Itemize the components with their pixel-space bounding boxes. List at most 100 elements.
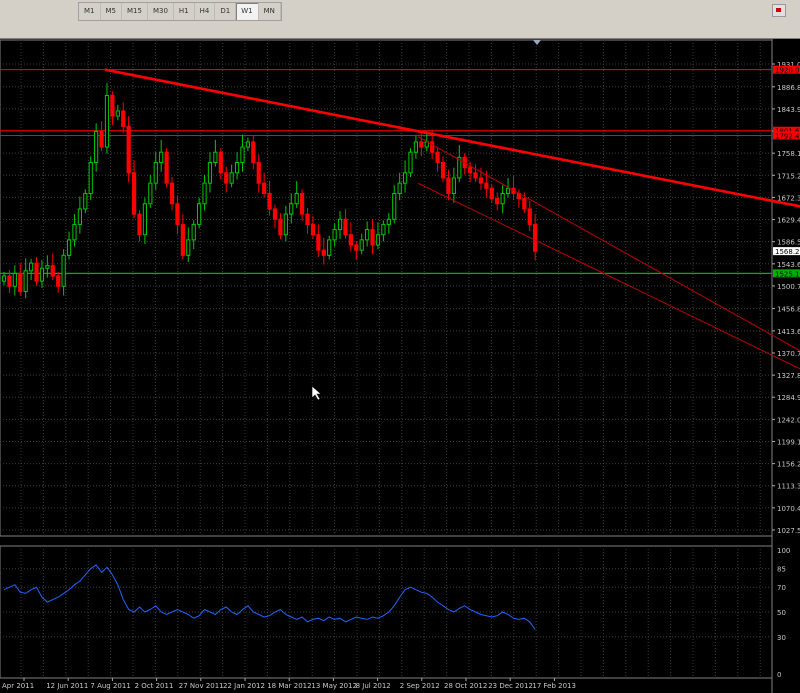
candle-body	[34, 262, 39, 282]
candle-body	[72, 223, 77, 241]
candle-body	[305, 213, 310, 225]
candle-body	[300, 192, 305, 215]
timeframe-button-mn[interactable]: MN	[259, 3, 281, 20]
candle-body	[186, 239, 191, 256]
indicator-level-label: 0	[777, 671, 781, 679]
date-label: 27 Nov 2011	[179, 682, 224, 690]
price-tag-label: 1525.10	[775, 270, 800, 278]
candle-body	[408, 151, 413, 174]
candle-body	[522, 198, 527, 210]
candle-body	[370, 229, 375, 246]
candle-body	[397, 182, 402, 194]
price-tick-label: 1327.80	[777, 372, 800, 380]
candle-body	[153, 162, 158, 184]
candle-body	[332, 229, 337, 241]
candle-body	[83, 192, 88, 210]
indicator-level-label: 30	[777, 634, 786, 642]
candle-body	[505, 187, 511, 194]
candle-body	[402, 172, 408, 184]
candle-body	[169, 182, 175, 205]
price-tick-label: 1758.10	[777, 150, 800, 158]
date-label: 22 Jan 2012	[223, 682, 265, 690]
timeframe-button-m30[interactable]: M30	[148, 3, 174, 20]
candle-body	[142, 203, 148, 236]
toolbar: M1 M5 M15 M30 H1 H4 D1 W1 MN	[0, 0, 800, 39]
candle-body	[478, 177, 484, 184]
candle-body	[240, 146, 245, 164]
indicator-level-label: 70	[777, 584, 786, 592]
candle-body	[218, 151, 223, 174]
date-label: 17 Feb 2013	[532, 682, 576, 690]
candle-body	[419, 141, 424, 148]
price-tick-label: 1284.90	[777, 394, 800, 402]
candle-body	[50, 265, 55, 277]
candle-body	[207, 162, 213, 184]
price-tick-label: 1715.20	[777, 172, 800, 180]
candle-body	[527, 208, 532, 225]
candle-body	[115, 110, 120, 117]
candle-body	[66, 239, 72, 256]
candle-body	[468, 167, 473, 174]
price-tag-label: 1568.20	[775, 248, 800, 256]
timeframe-button-h4[interactable]: H4	[195, 3, 216, 20]
price-tick-label: 1843.90	[777, 106, 800, 114]
price-tick-label: 1543.60	[777, 261, 800, 269]
candle-body	[137, 213, 142, 236]
candle-body	[7, 275, 12, 287]
candle-body	[386, 218, 391, 225]
candle-body	[197, 203, 202, 225]
candle-body	[375, 234, 381, 246]
price-tag-label: 1792.40	[775, 132, 800, 140]
timeframe-button-d1[interactable]: D1	[215, 3, 237, 20]
timeframe-button-m5[interactable]: M5	[101, 3, 122, 20]
candle-body	[175, 203, 180, 225]
price-tick-label: 1456.80	[777, 306, 800, 314]
candle-body	[88, 162, 93, 194]
candle-body	[77, 208, 82, 225]
candle-body	[126, 125, 131, 174]
candle-body	[131, 172, 137, 215]
timeframe-button-m1[interactable]: M1	[79, 3, 101, 20]
price-tick-label: 1629.40	[777, 217, 800, 225]
timeframe-button-h1[interactable]: H1	[174, 3, 195, 20]
candle-body	[110, 94, 115, 117]
price-tick-label: 1199.10	[777, 438, 800, 446]
indicator-line	[3, 564, 536, 630]
candle-body	[316, 234, 321, 251]
chart-shift-marker	[533, 40, 541, 45]
candle-body	[495, 198, 500, 205]
chart-window-icon[interactable]	[772, 4, 786, 17]
price-chart[interactable]: 1931.001886.801843.901801.001758.101715.…	[0, 38, 800, 693]
candle-body	[473, 172, 478, 179]
timeframe-selector: M1 M5 M15 M30 H1 H4 D1 W1 MN	[78, 2, 282, 21]
trend-lines	[104, 68, 800, 370]
candle-body	[224, 172, 229, 184]
candle-body	[45, 265, 50, 269]
candle-body	[29, 262, 34, 272]
date-label: 2 Oct 2011	[135, 682, 174, 690]
candle-body	[278, 218, 283, 236]
candle-body	[337, 218, 343, 231]
candles	[1, 83, 538, 299]
mouse-cursor-icon	[311, 385, 322, 401]
candle-body	[294, 192, 299, 205]
candle-body	[148, 182, 153, 205]
timeframe-button-w1[interactable]: W1	[236, 3, 259, 20]
price-tick-label: 1500.70	[777, 283, 800, 291]
candle-body	[202, 182, 207, 205]
timeframe-button-m15[interactable]: M15	[122, 3, 148, 20]
date-label: 12 Jun 2011	[46, 682, 88, 690]
candle-body	[392, 192, 397, 220]
candle-body	[484, 182, 489, 189]
candle-body	[359, 239, 364, 251]
candle-body	[327, 239, 332, 256]
candle-body	[229, 172, 234, 184]
candle-body	[180, 223, 185, 256]
candle-body	[446, 177, 451, 194]
candle-body	[12, 272, 17, 287]
indicator-level-label: 50	[777, 609, 786, 617]
candle-body	[489, 187, 494, 200]
date-label: 8 Jul 2012	[356, 682, 391, 690]
indicator-frame	[0, 545, 773, 679]
price-tick-label: 1413.60	[777, 328, 800, 336]
